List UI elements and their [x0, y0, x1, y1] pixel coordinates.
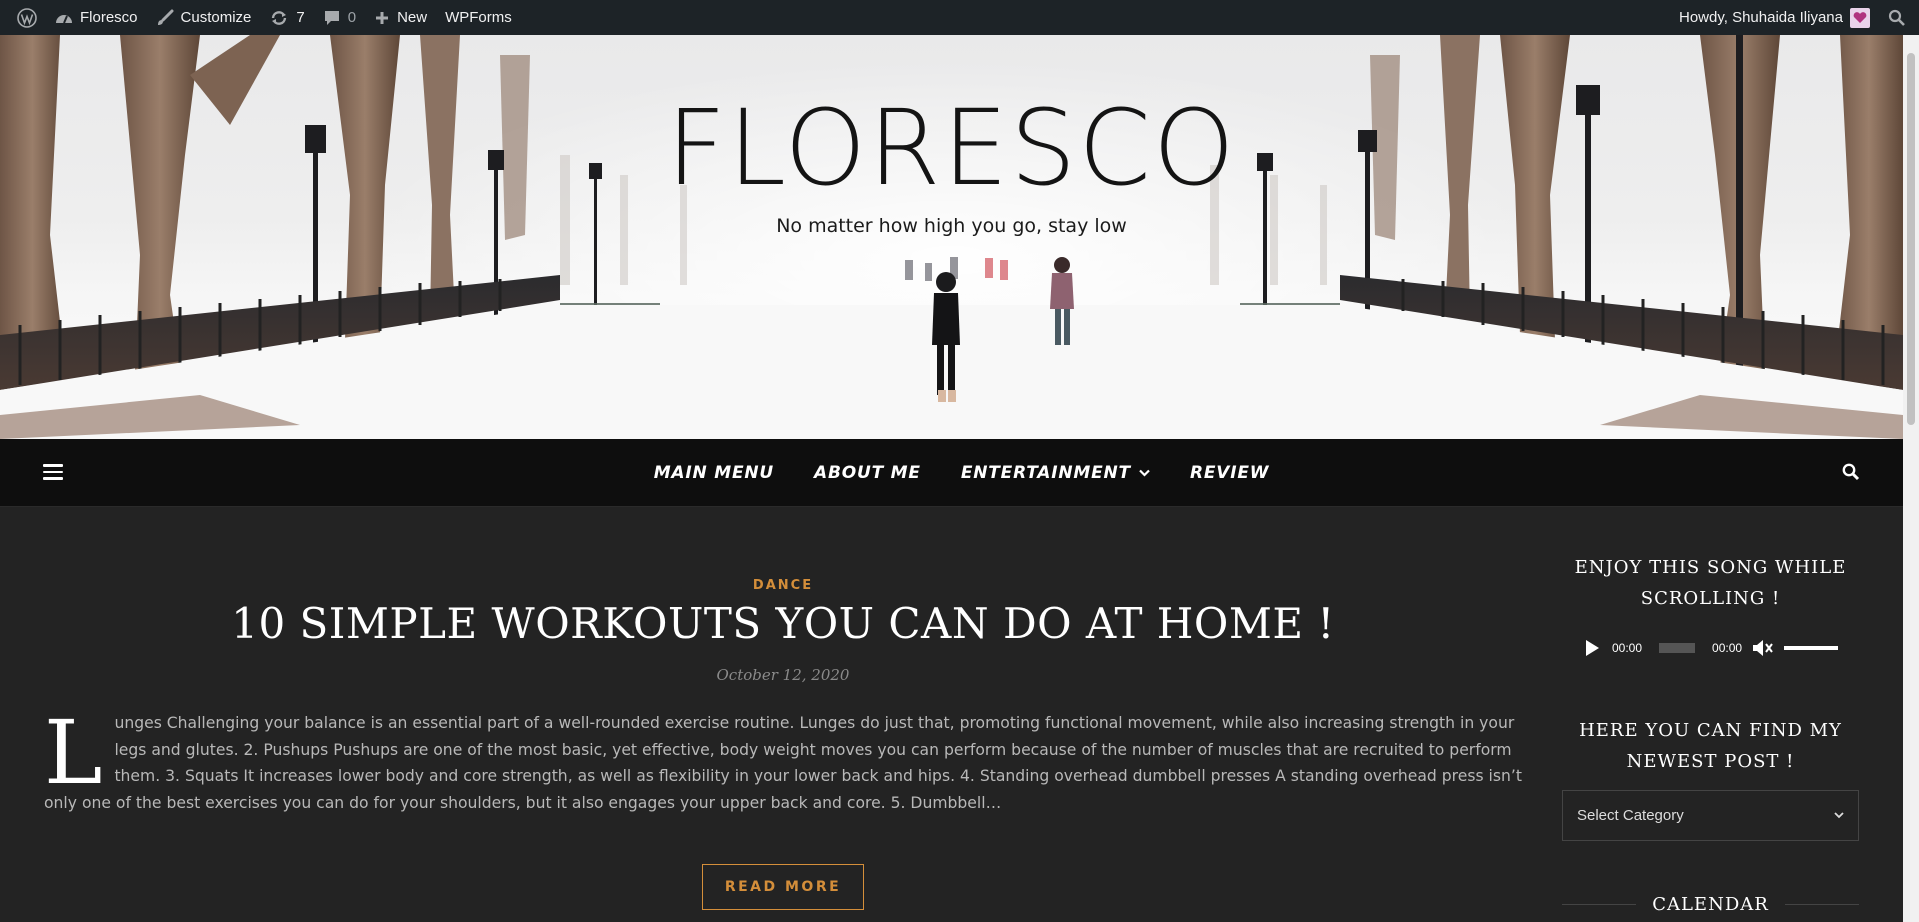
admin-bar: Floresco Customize 7 0 New WPForms Howdy…: [0, 0, 1919, 35]
avatar-icon: [1850, 7, 1870, 28]
comments-count: 0: [347, 9, 357, 26]
divider-line: [1562, 904, 1637, 905]
post-dropcap: L: [44, 701, 103, 804]
audio-progress-track[interactable]: [1659, 643, 1696, 653]
volume-icon[interactable]: [1752, 639, 1774, 657]
chevron-down-icon: [1834, 812, 1844, 819]
posts-widget-title: HERE YOU CAN FIND MY NEWEST POST !: [1579, 720, 1842, 772]
search-icon: [1842, 463, 1860, 481]
page-scrollbar[interactable]: [1903, 35, 1919, 922]
nav-item-label: ABOUT ME: [814, 463, 921, 483]
chevron-down-icon: [1139, 469, 1150, 477]
updates-count: 7: [296, 9, 305, 26]
customize-label: Customize: [180, 9, 252, 26]
nav-item-label: ENTERTAINMENT: [960, 463, 1131, 483]
nav-item-review[interactable]: REVIEW: [1190, 463, 1269, 483]
song-widget-title: ENJOY THIS SONG WHILE SCROLLING !: [1574, 557, 1847, 609]
site-title[interactable]: FLORESCO: [0, 87, 1903, 209]
new-content-menu[interactable]: New: [365, 0, 436, 35]
nav-item-label: MAIN MENU: [653, 463, 774, 483]
volume-slider[interactable]: [1784, 646, 1839, 650]
brush-icon: [157, 9, 174, 25]
plus-icon: [376, 11, 389, 24]
read-more-button[interactable]: READ MORE: [702, 864, 864, 910]
wpforms-menu[interactable]: WPForms: [436, 0, 521, 35]
comment-icon: [324, 10, 339, 25]
scrollbar-thumb[interactable]: [1907, 53, 1915, 425]
post-title[interactable]: 10 SIMPLE WORKOUTS YOU CAN DO AT HOME !: [44, 599, 1522, 648]
header-image: FLORESCO No matter how high you go, stay…: [0, 35, 1903, 439]
site-name-menu[interactable]: Floresco: [46, 0, 147, 35]
refresh-icon: [272, 10, 287, 25]
audio-player: 00:00 00:00: [1562, 633, 1859, 663]
category-select[interactable]: Select Category: [1562, 790, 1859, 841]
main-navigation: MAIN MENU ABOUT ME ENTERTAINMENT REVIEW: [0, 439, 1903, 507]
post-excerpt-text: unges Challenging your balance is an ess…: [44, 714, 1522, 813]
category-select-value: Select Category: [1577, 807, 1684, 824]
customize-link[interactable]: Customize: [147, 0, 261, 35]
nav-menu: MAIN MENU ABOUT ME ENTERTAINMENT REVIEW: [10, 439, 1913, 507]
new-label: New: [397, 9, 428, 26]
calendar-widget-header: CALENDAR: [1562, 889, 1860, 920]
wordpress-logo-icon: [17, 7, 37, 28]
wordpress-menu[interactable]: [8, 0, 46, 35]
nav-item-main-menu[interactable]: MAIN MENU: [654, 463, 774, 483]
wpforms-label: WPForms: [445, 9, 512, 26]
dashboard-icon: [56, 14, 72, 23]
audio-duration: 00:00: [1712, 641, 1743, 655]
admin-search-button[interactable]: [1879, 0, 1915, 35]
nav-search-button[interactable]: [1842, 463, 1860, 485]
nav-item-about-me[interactable]: ABOUT ME: [814, 463, 921, 483]
account-menu[interactable]: Howdy, Shuhaida Iliyana: [1670, 0, 1879, 35]
post-category-link[interactable]: DANCE: [44, 578, 1522, 593]
site-name-label: Floresco: [80, 9, 138, 26]
calendar-widget-title: CALENDAR: [1652, 894, 1769, 915]
divider-line: [1784, 904, 1860, 905]
search-icon: [1888, 9, 1905, 26]
updates-link[interactable]: 7: [260, 0, 313, 35]
howdy-label: Howdy, Shuhaida Iliyana: [1679, 9, 1843, 26]
play-icon[interactable]: [1584, 639, 1600, 657]
nav-item-entertainment[interactable]: ENTERTAINMENT: [961, 463, 1150, 483]
audio-current-time: 00:00: [1612, 641, 1643, 655]
site-tagline: No matter how high you go, stay low: [776, 215, 1127, 237]
comments-link[interactable]: 0: [314, 0, 365, 35]
post-excerpt: Lunges Challenging your balance is an es…: [44, 701, 1522, 817]
post-date: October 12, 2020: [716, 666, 850, 684]
nav-item-label: REVIEW: [1189, 463, 1270, 483]
